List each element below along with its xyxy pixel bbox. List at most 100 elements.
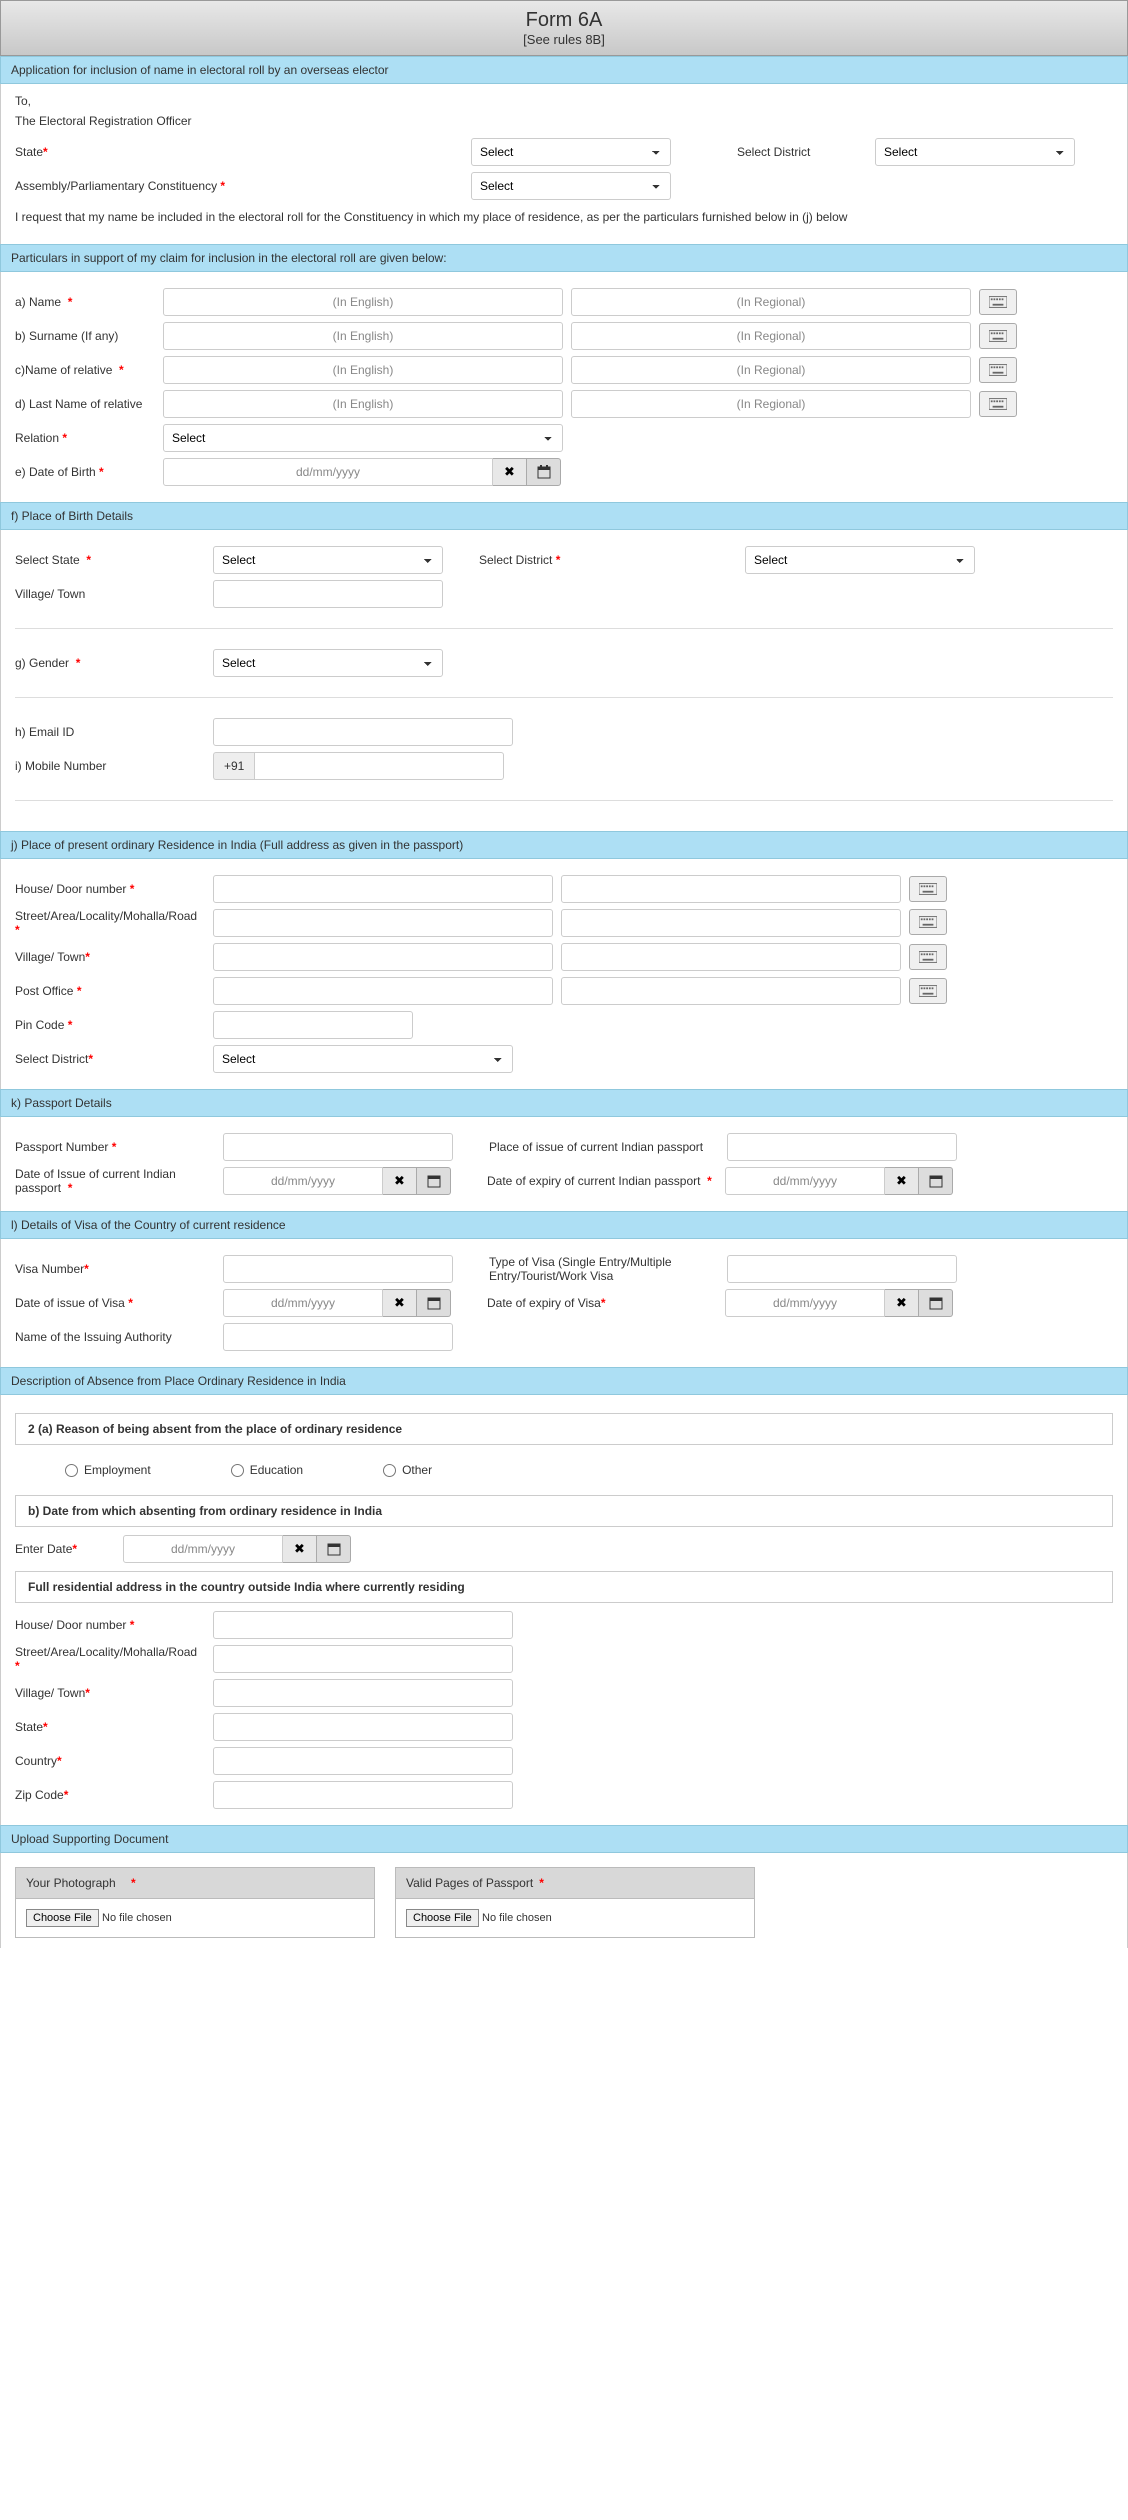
f-state-input[interactable] — [213, 1713, 513, 1741]
radio-education[interactable] — [231, 1464, 244, 1477]
state-select[interactable]: Select — [471, 138, 671, 166]
gender-select[interactable]: Select — [213, 649, 443, 677]
village2-re-input[interactable] — [561, 943, 901, 971]
keyboard-icon[interactable] — [979, 289, 1017, 315]
keyboard-icon[interactable] — [909, 978, 947, 1004]
f-country-input[interactable] — [213, 1747, 513, 1775]
section-j: j) Place of present ordinary Residence i… — [0, 831, 1128, 859]
assembly-select[interactable]: Select — [471, 172, 671, 200]
keyboard-icon[interactable] — [979, 323, 1017, 349]
keyboard-icon[interactable] — [909, 876, 947, 902]
f-street-input[interactable] — [213, 1645, 513, 1673]
pincode-input[interactable] — [213, 1011, 413, 1039]
calendar-icon[interactable] — [317, 1535, 351, 1563]
calendar-icon[interactable] — [527, 458, 561, 486]
radio-other[interactable] — [383, 1464, 396, 1477]
calendar-icon[interactable] — [919, 1167, 953, 1195]
birth-district-select[interactable]: Select — [745, 546, 975, 574]
keyboard-icon[interactable] — [909, 909, 947, 935]
clear-icon[interactable]: ✖ — [383, 1289, 417, 1317]
calendar-icon[interactable] — [919, 1289, 953, 1317]
required-mark: * — [72, 1542, 77, 1556]
f-house-input[interactable] — [213, 1611, 513, 1639]
street-en-input[interactable] — [213, 909, 553, 937]
required-mark: * — [601, 1296, 606, 1310]
street-label: Street/Area/Locality/Mohalla/Road — [15, 909, 197, 923]
dob-input[interactable] — [163, 458, 493, 486]
name-english-input[interactable] — [163, 288, 563, 316]
visa-issue-input[interactable] — [223, 1289, 383, 1317]
email-input[interactable] — [213, 718, 513, 746]
relname-label: c)Name of relative — [15, 363, 112, 377]
section-k: k) Passport Details — [0, 1089, 1128, 1117]
name-regional-input[interactable] — [571, 288, 971, 316]
radio-other-label: Other — [402, 1463, 432, 1477]
clear-icon[interactable]: ✖ — [885, 1289, 919, 1317]
visa-no-input[interactable] — [223, 1255, 453, 1283]
house-label: House/ Door number — [15, 882, 126, 896]
full-addr-header: Full residential address in the country … — [15, 1571, 1113, 1603]
radio-employment[interactable] — [65, 1464, 78, 1477]
f-zip-label: Zip Code — [15, 1788, 64, 1802]
state-label: State — [15, 145, 43, 159]
keyboard-icon[interactable] — [979, 357, 1017, 383]
surname-regional-input[interactable] — [571, 322, 971, 350]
village-input[interactable] — [213, 580, 443, 608]
relname-english-input[interactable] — [163, 356, 563, 384]
absent-date-input[interactable] — [123, 1535, 283, 1563]
j-district-select[interactable]: Select — [213, 1045, 513, 1073]
required-mark: * — [119, 363, 124, 377]
postoffice-re-input[interactable] — [561, 977, 901, 1005]
calendar-icon[interactable] — [417, 1289, 451, 1317]
street-re-input[interactable] — [561, 909, 901, 937]
keyboard-icon[interactable] — [909, 944, 947, 970]
f-street-label: Street/Area/Locality/Mohalla/Road — [15, 1645, 197, 1659]
required-mark: * — [84, 1262, 89, 1276]
surname-english-input[interactable] — [163, 322, 563, 350]
required-mark: * — [77, 984, 82, 998]
pincode-label: Pin Code — [15, 1018, 64, 1032]
rellast-regional-input[interactable] — [571, 390, 971, 418]
required-mark: * — [85, 1686, 90, 1700]
visa-expiry-label: Date of expiry of Visa — [487, 1296, 601, 1310]
passport-no-input[interactable] — [223, 1133, 453, 1161]
visa-type-input[interactable] — [727, 1255, 957, 1283]
required-mark: * — [68, 1181, 73, 1195]
form-title: Form 6A — [1, 9, 1127, 32]
f-country-label: Country — [15, 1754, 57, 1768]
clear-icon[interactable]: ✖ — [493, 458, 527, 486]
f-village-label: Village/ Town — [15, 1686, 85, 1700]
clear-icon[interactable]: ✖ — [283, 1535, 317, 1563]
f-village-input[interactable] — [213, 1679, 513, 1707]
relation-select[interactable]: Select — [163, 424, 563, 452]
required-mark: * — [68, 295, 73, 309]
form-subtitle: [See rules 8B] — [1, 32, 1127, 47]
passport-pages-label: Valid Pages of Passport — [406, 1876, 533, 1890]
clear-icon[interactable]: ✖ — [885, 1167, 919, 1195]
rellast-english-input[interactable] — [163, 390, 563, 418]
choose-file-passport[interactable]: Choose File — [406, 1909, 479, 1927]
required-mark: * — [539, 1876, 544, 1890]
clear-icon[interactable]: ✖ — [383, 1167, 417, 1195]
calendar-icon[interactable] — [417, 1167, 451, 1195]
section-upload: Upload Supporting Document — [0, 1825, 1128, 1853]
relname-regional-input[interactable] — [571, 356, 971, 384]
visa-expiry-input[interactable] — [725, 1289, 885, 1317]
postoffice-en-input[interactable] — [213, 977, 553, 1005]
passport-place-input[interactable] — [727, 1133, 957, 1161]
house-re-input[interactable] — [561, 875, 901, 903]
issuing-auth-input[interactable] — [223, 1323, 453, 1351]
keyboard-icon[interactable] — [979, 391, 1017, 417]
section-absence: Description of Absence from Place Ordina… — [0, 1367, 1128, 1395]
passport-expiry-input[interactable] — [725, 1167, 885, 1195]
required-mark: * — [43, 145, 48, 159]
village2-en-input[interactable] — [213, 943, 553, 971]
passport-issue-input[interactable] — [223, 1167, 383, 1195]
birth-state-select[interactable]: Select — [213, 546, 443, 574]
choose-file-photo[interactable]: Choose File — [26, 1909, 99, 1927]
f-zip-input[interactable] — [213, 1781, 513, 1809]
passport-no-label: Passport Number — [15, 1140, 108, 1154]
mobile-input[interactable] — [254, 752, 504, 780]
district-select[interactable]: Select — [875, 138, 1075, 166]
house-en-input[interactable] — [213, 875, 553, 903]
